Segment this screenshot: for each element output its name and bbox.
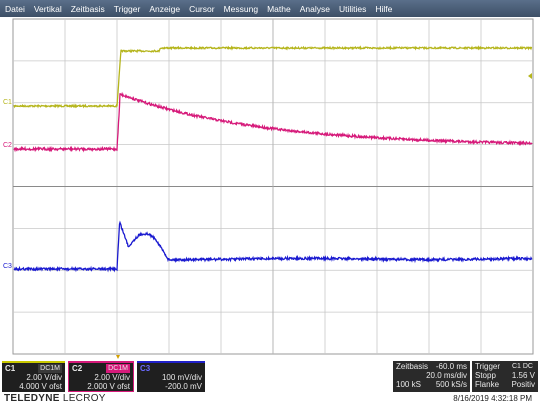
brand-main: TELEDYNE <box>4 393 60 404</box>
channel-3-vdiv: 100 mV/div <box>161 373 202 382</box>
channel-3-offset: -200.0 mV <box>165 382 202 391</box>
menu-item-utilities[interactable]: Utilities <box>339 4 366 14</box>
timebase-descriptor[interactable]: Zeitbasis -60.0 ms 20.0 ms/div 100 kS 500 … <box>393 361 470 392</box>
channel-1-offset: 4.000 V ofst <box>19 382 62 391</box>
channel-2-vdiv: 2.00 V/div <box>94 373 130 382</box>
channel-3-tag: C3 <box>140 364 151 373</box>
trigger-source: C1 DC <box>511 363 533 370</box>
menu-item-analyse[interactable]: Analyse <box>300 4 330 14</box>
brand-logo: TELEDYNE LECROY <box>4 393 106 404</box>
channel-3-marker[interactable]: C3 <box>3 263 12 270</box>
menu-item-messung[interactable]: Messung <box>224 4 259 14</box>
menu-item-vertikal[interactable]: Vertikal <box>34 4 62 14</box>
trigger-state: Stopp <box>475 371 496 380</box>
channel-1-descriptor[interactable]: C1 DC1M 2.00 V/div 4.000 V ofst <box>2 361 65 392</box>
channel-2-descriptor[interactable]: C2 DC1M 2.00 V/div 2.000 V ofst <box>68 361 134 392</box>
menu-item-trigger[interactable]: Trigger <box>114 4 141 14</box>
menu-item-anzeige[interactable]: Anzeige <box>149 4 180 14</box>
trigger-time-marker-icon <box>116 355 120 359</box>
menu-item-cursor[interactable]: Cursor <box>189 4 215 14</box>
channel-2-mode: DC1M <box>106 364 130 373</box>
oscilloscope-display: C1 C2 C3 <box>3 18 534 359</box>
channel-1-tag: C1 <box>5 364 16 373</box>
timebase-delay: -60.0 ms <box>435 362 467 371</box>
timestamp: 8/16/2019 4:32:18 PM <box>453 394 532 403</box>
channel-2-tag: C2 <box>72 364 83 373</box>
channel-1-marker[interactable]: C1 <box>3 99 12 106</box>
menu-bar: Datei Vertikal Zeitbasis Trigger Anzeige Curs… <box>0 0 540 17</box>
channel-3-mode <box>198 364 202 373</box>
timebase-tdiv: 20.0 ms/div <box>426 371 467 380</box>
trigger-label: Trigger <box>475 362 501 371</box>
timebase-label: Zeitbasis <box>396 362 429 371</box>
menu-item-mathe[interactable]: Mathe <box>267 4 291 14</box>
channel-2-marker[interactable]: C2 <box>3 142 12 149</box>
channel-3-descriptor[interactable]: C3 100 mV/div -200.0 mV <box>137 361 205 392</box>
trigger-slope: Positiv <box>511 380 535 389</box>
timebase-samples: 100 kS <box>396 380 421 389</box>
channel-1-vdiv: 2.00 V/div <box>26 373 62 382</box>
graticule <box>12 18 534 355</box>
menu-item-datei[interactable]: Datei <box>5 4 25 14</box>
trigger-level: 1.56 V <box>511 371 535 380</box>
channel-2-offset: 2.000 V ofst <box>87 382 130 391</box>
trigger-descriptor[interactable]: Trigger C1 DC Stopp 1.56 V Flanke Positiv <box>472 361 538 392</box>
trigger-type: Flanke <box>475 380 500 389</box>
menu-item-zeitbasis[interactable]: Zeitbasis <box>71 4 105 14</box>
menu-item-hilfe[interactable]: Hilfe <box>375 4 392 14</box>
brand-sub: LECROY <box>62 393 106 404</box>
timebase-rate: 500 kS/s <box>435 380 467 389</box>
channel-1-mode: DC1M <box>38 364 62 373</box>
